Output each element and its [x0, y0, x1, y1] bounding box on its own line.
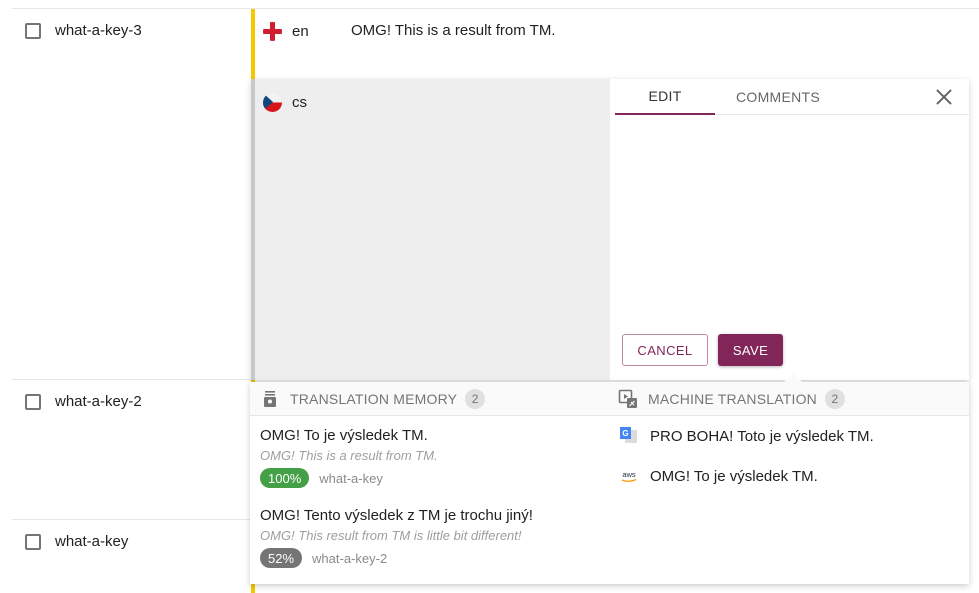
row-divider — [12, 519, 252, 520]
editor-tabs: EDIT COMMENTS — [615, 79, 969, 115]
source-language: en — [263, 22, 309, 41]
key-row: what-a-key-2 — [25, 393, 142, 410]
uk-flag-icon — [263, 22, 282, 41]
row-checkbox[interactable] — [25, 393, 41, 410]
mt-result[interactable]: G PRO BOHA! Toto je výsledek TM. — [620, 427, 874, 445]
source-translation-text[interactable]: OMG! This is a result from TM. — [351, 22, 555, 39]
tm-target-text: OMG! Tento výsledek z TM je trochu jiný! — [260, 507, 533, 524]
machine-translation-icon — [618, 389, 638, 409]
tab-comments[interactable]: COMMENTS — [715, 79, 841, 115]
mt-header: MACHINE TRANSLATION 2 — [618, 382, 845, 416]
row-checkbox[interactable] — [25, 22, 41, 39]
tm-key-name: what-a-key-2 — [312, 550, 388, 566]
row-divider — [12, 379, 252, 380]
tools-header: TRANSLATION MEMORY 2 MACHINE TRANSLATION… — [250, 382, 969, 416]
target-language-panel: cs — [251, 79, 610, 380]
translation-editor: cs EDIT COMMENTS CANCEL SAVE — [251, 79, 969, 380]
tm-result[interactable]: OMG! To je výsledek TM. OMG! This is a r… — [260, 427, 600, 488]
tm-count-badge: 2 — [465, 389, 486, 409]
mt-title: MACHINE TRANSLATION — [648, 391, 817, 407]
close-icon[interactable] — [933, 86, 955, 108]
mt-text: PRO BOHA! Toto je výsledek TM. — [650, 427, 874, 445]
match-percent-badge: 52% — [260, 548, 303, 568]
mt-count-badge: 2 — [824, 389, 845, 409]
translation-memory-icon — [260, 389, 280, 409]
tm-header: TRANSLATION MEMORY 2 — [260, 382, 486, 416]
panel-caret — [784, 373, 802, 382]
match-percent-badge: 100% — [260, 468, 310, 488]
google-translate-icon: G — [620, 427, 638, 445]
tm-source-text: OMG! This result from TM is little bit d… — [260, 528, 522, 543]
key-row: what-a-key-3 — [25, 22, 142, 39]
key-row: what-a-key — [25, 533, 128, 550]
tm-target-text: OMG! To je výsledek TM. — [260, 427, 428, 444]
translation-tools-panel: TRANSLATION MEMORY 2 MACHINE TRANSLATION… — [250, 373, 969, 584]
tm-title: TRANSLATION MEMORY — [290, 391, 458, 407]
key-name[interactable]: what-a-key — [55, 533, 128, 550]
tm-source-text: OMG! This is a result from TM. — [260, 448, 438, 463]
cancel-button[interactable]: CANCEL — [622, 334, 708, 366]
tab-edit[interactable]: EDIT — [615, 79, 715, 115]
aws-icon: aws — [620, 467, 638, 485]
mt-text: OMG! To je výsledek TM. — [650, 467, 818, 485]
target-language: cs — [263, 93, 307, 112]
row-checkbox[interactable] — [25, 533, 41, 550]
edited-indicator — [251, 9, 255, 84]
table-top-divider — [12, 8, 979, 9]
editor-panel: EDIT COMMENTS CANCEL SAVE — [610, 79, 969, 380]
key-name[interactable]: what-a-key-3 — [55, 22, 142, 39]
save-button[interactable]: SAVE — [718, 334, 783, 366]
source-lang-code: en — [292, 23, 309, 40]
tm-key-name: what-a-key — [319, 470, 383, 486]
svg-text:aws: aws — [622, 470, 636, 479]
svg-text:G: G — [622, 429, 628, 438]
mt-result[interactable]: aws OMG! To je výsledek TM. — [620, 467, 818, 485]
key-name[interactable]: what-a-key-2 — [55, 393, 142, 410]
target-lang-code: cs — [292, 94, 307, 111]
czech-flag-icon — [263, 93, 282, 112]
tm-result[interactable]: OMG! Tento výsledek z TM je trochu jiný!… — [260, 507, 600, 568]
